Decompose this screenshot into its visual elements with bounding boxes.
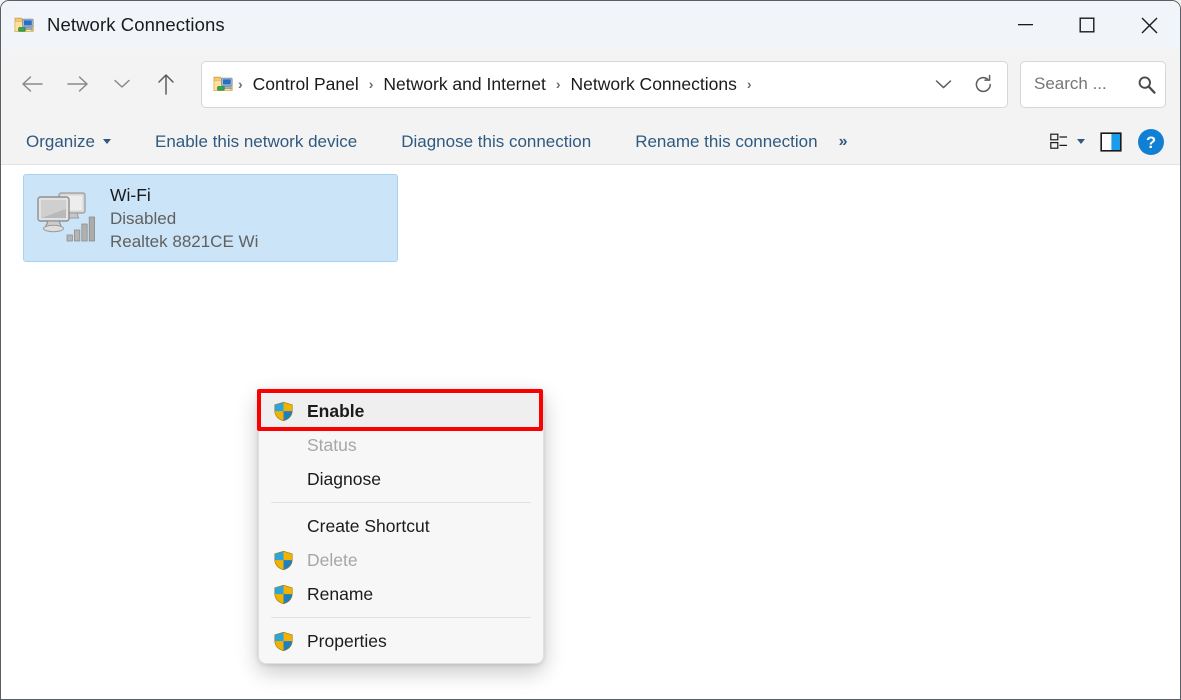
preview-pane-icon bbox=[1099, 131, 1123, 153]
network-connections-folder-icon bbox=[14, 15, 36, 35]
preview-pane-button[interactable] bbox=[1092, 125, 1130, 159]
title-bar-left: Network Connections bbox=[1, 14, 994, 36]
connection-name: Wi-Fi bbox=[110, 184, 151, 205]
context-menu-label-properties: Properties bbox=[307, 630, 387, 651]
previous-locations-chevron-down-icon[interactable] bbox=[923, 65, 963, 104]
title-bar: Network Connections bbox=[1, 1, 1180, 49]
help-button[interactable]: ? bbox=[1130, 125, 1172, 159]
context-menu-label-enable: Enable bbox=[307, 400, 365, 421]
close-button[interactable] bbox=[1118, 1, 1180, 49]
disabled-wireless-adapter-icon bbox=[32, 187, 102, 249]
back-button[interactable] bbox=[9, 61, 55, 107]
connection-item-wifi[interactable]: Wi-Fi Disabled Realtek 8821CE Wi bbox=[23, 174, 398, 262]
context-menu-item-diagnose[interactable]: Diagnose bbox=[259, 462, 543, 496]
context-menu-label-diagnose: Diagnose bbox=[307, 468, 381, 489]
up-button[interactable] bbox=[143, 61, 189, 107]
context-menu-label-status: Status bbox=[307, 434, 357, 455]
view-chevron-down-icon bbox=[1077, 139, 1085, 144]
context-menu-item-properties[interactable]: Properties bbox=[259, 624, 543, 658]
navigation-bar: › Control Panel › Network and Internet ›… bbox=[1, 49, 1180, 119]
context-menu-label-rename: Rename bbox=[307, 583, 374, 604]
overflow-chevrons-icon[interactable]: » bbox=[829, 127, 858, 157]
connections-list: Wi-Fi Disabled Realtek 8821CE Wi Enable … bbox=[1, 165, 1180, 699]
change-view-button[interactable] bbox=[1043, 125, 1092, 159]
help-icon: ? bbox=[1137, 128, 1165, 156]
svg-text:?: ? bbox=[1146, 134, 1156, 152]
context-menu-label-create-shortcut: Create Shortcut bbox=[307, 515, 430, 536]
context-menu-item-status: Status bbox=[259, 428, 543, 462]
search-input[interactable]: Search ... bbox=[1034, 74, 1137, 94]
minimize-button[interactable] bbox=[994, 1, 1056, 49]
search-icon[interactable] bbox=[1137, 75, 1156, 94]
search-box[interactable]: Search ... bbox=[1020, 60, 1166, 108]
chevron-down-icon bbox=[102, 139, 111, 144]
screen: Network Connections › Control Panel › Ne… bbox=[0, 0, 1181, 700]
uac-shield-icon-enable bbox=[273, 401, 307, 422]
connection-device: Realtek 8821CE Wi bbox=[110, 231, 259, 251]
window-title: Network Connections bbox=[47, 14, 225, 35]
breadcrumb-item-network-connections[interactable]: Network Connections bbox=[564, 70, 744, 99]
diagnose-connection-button[interactable]: Diagnose this connection bbox=[390, 126, 602, 158]
breadcrumb-separator-1[interactable]: › bbox=[366, 76, 377, 92]
context-menu-item-delete: Delete bbox=[259, 543, 543, 577]
command-bar: Organize Enable this network device Diag… bbox=[1, 119, 1180, 165]
organize-label: Organize bbox=[26, 131, 95, 151]
breadcrumb-separator-0[interactable]: › bbox=[235, 76, 246, 92]
breadcrumb-item-network-and-internet[interactable]: Network and Internet bbox=[376, 70, 552, 99]
context-menu-separator-1 bbox=[271, 502, 531, 503]
connection-text-block: Wi-Fi Disabled Realtek 8821CE Wi bbox=[110, 185, 258, 252]
address-bar-folder-icon bbox=[213, 74, 235, 94]
uac-shield-icon-properties bbox=[273, 631, 307, 652]
forward-button[interactable] bbox=[55, 61, 101, 107]
uac-shield-icon-delete bbox=[273, 550, 307, 571]
maximize-button[interactable] bbox=[1056, 1, 1118, 49]
context-menu-item-rename[interactable]: Rename bbox=[259, 577, 543, 611]
context-menu: Enable Status Diagnose Create Shortcut D… bbox=[257, 389, 544, 664]
address-bar[interactable]: › Control Panel › Network and Internet ›… bbox=[201, 60, 1008, 108]
context-menu-separator-2 bbox=[271, 617, 531, 618]
view-list-icon bbox=[1050, 133, 1071, 150]
network-connections-window: Network Connections › Control Panel › Ne… bbox=[0, 0, 1181, 700]
refresh-icon[interactable] bbox=[963, 65, 1003, 104]
breadcrumb-separator-3[interactable]: › bbox=[744, 76, 755, 92]
context-menu-item-create-shortcut[interactable]: Create Shortcut bbox=[259, 509, 543, 543]
window-controls bbox=[994, 1, 1180, 49]
context-menu-label-delete: Delete bbox=[307, 549, 358, 570]
connection-status: Disabled bbox=[110, 208, 177, 228]
breadcrumb-separator-2[interactable]: › bbox=[553, 76, 564, 92]
breadcrumb-item-control-panel[interactable]: Control Panel bbox=[246, 70, 366, 99]
context-menu-item-enable[interactable]: Enable bbox=[257, 389, 543, 431]
organize-button[interactable]: Organize bbox=[15, 126, 122, 158]
enable-network-device-button[interactable]: Enable this network device bbox=[144, 126, 368, 158]
recent-locations-button[interactable] bbox=[101, 61, 143, 107]
rename-connection-button[interactable]: Rename this connection bbox=[624, 126, 828, 158]
uac-shield-icon-rename bbox=[273, 584, 307, 605]
